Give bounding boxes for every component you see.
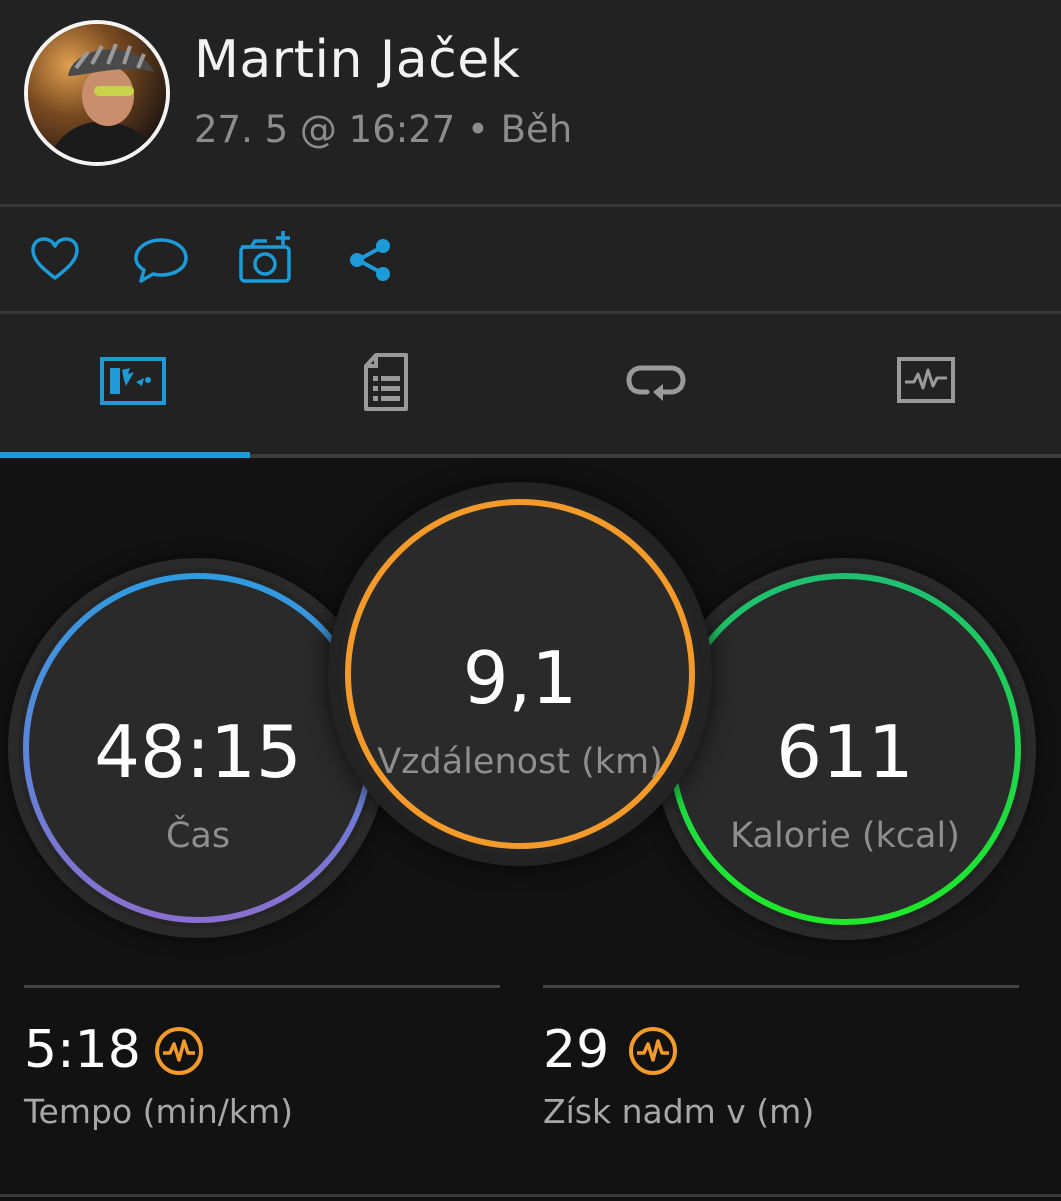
avatar-photo <box>28 24 166 162</box>
tab-overview[interactable] <box>0 314 265 454</box>
tab-charts[interactable] <box>793 314 1058 454</box>
stat-divider <box>24 985 500 988</box>
calories-ring[interactable]: 611 Kalorie (kcal) <box>664 568 1026 930</box>
calories-value: 611 <box>776 710 914 794</box>
tab-details[interactable] <box>253 314 518 454</box>
pace-value: 5:18 <box>24 1020 141 1080</box>
pulse-icon[interactable] <box>627 1025 679 1077</box>
heart-icon[interactable] <box>30 235 80 285</box>
action-bar <box>0 207 1061 311</box>
active-tab-indicator <box>0 452 250 458</box>
time-ring[interactable]: 48:15 Čas <box>18 568 378 928</box>
divider <box>0 1194 1061 1197</box>
calories-label: Kalorie (kcal) <box>730 816 960 856</box>
activity-meta: 27. 5 @ 16:27 • Běh <box>194 108 573 151</box>
overview-icon <box>99 357 166 405</box>
activity-header: Martin Jaček 27. 5 @ 16:27 • Běh <box>0 0 1061 204</box>
avatar[interactable] <box>24 20 170 166</box>
tab-bar <box>0 314 1061 458</box>
tab-baseline <box>250 454 1061 458</box>
comment-icon[interactable] <box>133 235 189 285</box>
distance-ring[interactable]: 9,1 Vzdálenost (km) <box>340 494 700 854</box>
share-icon[interactable] <box>346 235 396 285</box>
distance-label: Vzdálenost (km) <box>377 742 663 782</box>
distance-value: 9,1 <box>462 636 578 720</box>
time-label: Čas <box>165 816 231 856</box>
pulse-icon[interactable] <box>153 1025 205 1077</box>
elevation-value: 29 <box>543 1020 610 1080</box>
tab-laps[interactable] <box>523 314 788 454</box>
charts-icon <box>896 357 955 403</box>
laps-icon <box>625 365 686 401</box>
add-photo-icon[interactable] <box>237 229 295 285</box>
details-list-icon <box>363 353 408 411</box>
pace-label: Tempo (min/km) <box>24 1092 293 1131</box>
stat-divider <box>543 985 1019 988</box>
user-name[interactable]: Martin Jaček <box>194 30 520 90</box>
time-value: 48:15 <box>94 710 302 794</box>
elevation-label: Získ nadm v (m) <box>543 1092 815 1131</box>
